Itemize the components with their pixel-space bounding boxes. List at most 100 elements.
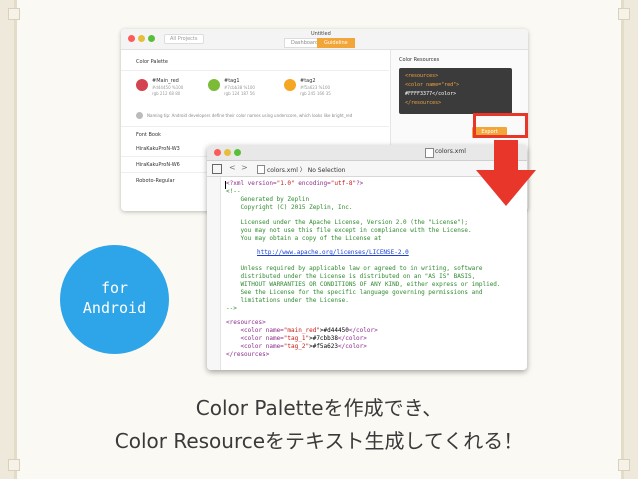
swatch-hex: #f5a623 %100 [300,85,331,90]
swatch-rgb: rgb 212 68 80 [152,91,181,96]
code-line: distributed under the License is distrib… [226,273,476,280]
code-line: limitations under the License. [226,297,349,304]
code-line: </resources> [226,351,270,358]
window-title: Untitled [311,31,331,37]
divider [121,70,389,71]
swatch-row: #Main_red #d44450 %100 rgb 212 68 80 #ta… [136,78,386,108]
code-line: <!-- [226,188,241,195]
back-button[interactable]: < [229,163,236,172]
code-token: "main_red" [283,327,320,334]
swatch-color-dot [208,79,220,91]
swatch-name: #tag1 [224,78,240,84]
code-token: </color> [338,335,367,342]
gutter [207,177,221,370]
corner-decoration [8,8,20,20]
code-token: <color name= [226,343,284,350]
corner-decoration [618,8,630,20]
all-projects-button[interactable]: All Projects [164,34,204,44]
font-item[interactable]: HiraKakuProN-W3 [136,146,180,152]
swatch-name: #Main_red [152,78,179,84]
caption-line: Color Paletteを作成でき、 [195,396,443,420]
resources-code-block: <resources> <color name="red"> #FFFF3377… [399,68,512,114]
code-line: </resources> [405,100,442,106]
corner-decoration [8,459,20,471]
window-title: colors.xml [435,148,466,155]
swatch-hex: #d44450 %100 [152,85,184,90]
color-swatch[interactable]: #Main_red #d44450 %100 rgb 212 68 80 [136,78,216,108]
color-resources-heading: Color Resources [399,57,440,63]
breadcrumb-selection[interactable]: No Selection [308,167,346,174]
code-line: #FFFF3377</color> [405,91,457,97]
file-icon [257,165,265,174]
breadcrumb-file[interactable]: colors.xml [267,167,298,174]
badge-line: for [100,279,129,297]
color-swatch[interactable]: #tag1 #7cbb38 %100 rgb 124 187 56 [208,78,288,108]
code-token: ?> [356,180,364,187]
code-line: <resources> [226,319,266,326]
related-items-icon[interactable] [212,164,222,174]
naming-tip-text: Naming tip: Android developers define th… [147,113,353,118]
code-token: "tag_1" [283,335,310,342]
file-icon [425,148,434,158]
down-arrow-icon [476,140,536,206]
code-line: --> [226,305,237,312]
code-token: encoding= [294,180,331,187]
divider [121,126,389,127]
font-book-heading: Font Book [136,132,161,138]
code-line: <color name="tag_2">#f5a623</color> [226,343,367,350]
code-token: >#f5a623 [309,343,338,350]
code-line: <color name="tag_1">#7cbb38</color> [226,335,367,342]
code-token: >#7cbb38 [309,335,338,342]
code-line: You may obtain a copy of the License at [226,235,382,242]
tab-guideline[interactable]: Guideline [317,38,355,48]
code-token: "utf-8" [330,180,357,187]
swatch-rgb: rgb 124 187 56 [224,91,255,96]
info-icon [136,112,143,119]
swatch-rgb: rgb 245 166 35 [300,91,331,96]
code-line: WITHOUT WARRANTIES OR CONDITIONS OF ANY … [226,281,501,288]
close-window-button[interactable] [128,35,135,42]
swatch-hex: #7cbb38 %100 [224,85,255,90]
code-token: >#d44450 [319,327,349,334]
code-line: you may not use this file except in comp… [226,227,472,234]
code-line: Licensed under the Apache License, Versi… [226,219,469,226]
zoom-window-button[interactable] [148,35,155,42]
badge-line: Android [82,299,147,317]
color-palette-heading: Color Palette [136,59,168,65]
code-line: <?xml version="1.0" encoding="utf-8"?> [226,180,363,187]
code-line: Copyright (C) 2015 Zeplin, Inc. [226,204,353,211]
breadcrumb-separator: 〉 [299,167,306,174]
breadcrumb[interactable]: colors.xml 〉 No Selection [267,165,345,174]
code-line: See the License for the specific languag… [226,289,483,296]
code-line: Unless required by applicable law or agr… [226,265,483,272]
zoom-window-button[interactable] [234,149,241,156]
swatch-name: #tag2 [300,78,316,84]
code-token: <color name= [226,327,284,334]
naming-tip: Naming tip: Android developers define th… [136,112,386,122]
code-token: "tag_2" [283,343,310,350]
android-badge: for Android [60,245,169,354]
code-token: <?xml version= [226,180,277,187]
code-line: <color name="main_red">#d44450</color> [226,327,378,334]
code-line: Generated by Zeplin [226,196,310,203]
caption-line: Color Resourceをテキスト生成してくれる！ [114,429,524,453]
color-swatch[interactable]: #tag2 #f5a623 %100 rgb 245 166 35 [284,78,364,108]
code-token: </color> [348,327,378,334]
code-token: <color name= [226,335,284,342]
slide: All Projects Untitled Dashboard Guidelin… [0,0,638,479]
close-window-button[interactable] [214,149,221,156]
zeplin-titlebar: All Projects Untitled Dashboard Guidelin… [121,29,528,50]
minimize-window-button[interactable] [138,35,145,42]
license-link[interactable]: http://www.apache.org/licenses/LICENSE-2… [257,249,409,256]
forward-button[interactable]: > [241,163,248,172]
font-item[interactable]: HiraKakuProN-W6 [136,162,180,168]
corner-decoration [618,459,630,471]
minimize-window-button[interactable] [224,149,231,156]
swatch-color-dot [136,79,148,91]
code-line: <resources> [405,73,439,79]
code-token: "1.0" [276,180,295,187]
export-highlight-box [473,113,528,138]
font-item[interactable]: Roboto-Regular [136,178,175,184]
code-token: </color> [338,343,367,350]
swatch-color-dot [284,79,296,91]
